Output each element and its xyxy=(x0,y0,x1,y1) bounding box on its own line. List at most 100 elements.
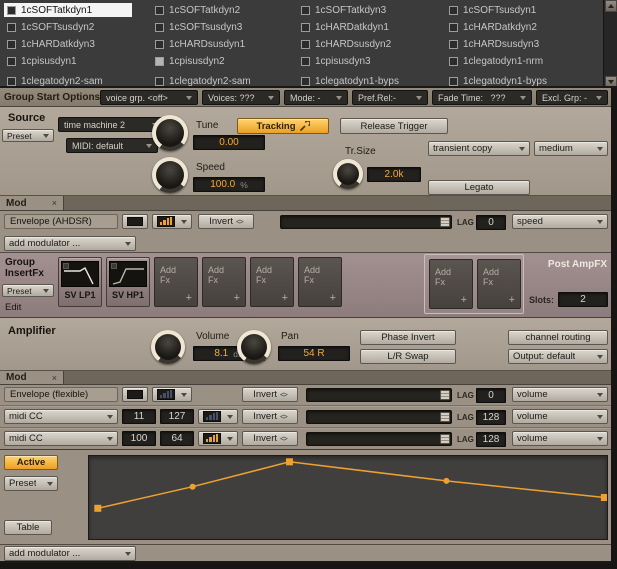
mod-shaper-button[interactable] xyxy=(122,387,148,402)
output-dropdown[interactable]: Output: default xyxy=(508,349,608,364)
slider-handle[interactable] xyxy=(440,434,450,444)
group-list-item[interactable]: 1clegatodyn2-sam xyxy=(152,74,254,86)
pan-knob[interactable] xyxy=(237,330,271,364)
intensity-slider[interactable] xyxy=(306,388,452,402)
group-checkbox[interactable] xyxy=(155,56,164,66)
group-checkbox[interactable] xyxy=(7,39,16,49)
cc-default-value[interactable]: 127 xyxy=(160,409,194,424)
group-list-item[interactable]: 1cSOFTatkdyn1 xyxy=(4,3,132,17)
group-list-item[interactable]: 1cSOFTsusdyn3 xyxy=(152,20,245,34)
group-checkbox[interactable] xyxy=(301,76,310,86)
group-checkbox[interactable] xyxy=(449,5,458,15)
intensity-slider[interactable] xyxy=(306,432,452,446)
tune-knob[interactable] xyxy=(152,115,188,151)
add-modulator-dropdown[interactable]: add modulator ... xyxy=(4,236,136,251)
group-list-item[interactable]: 1cSOFTatkdyn2 xyxy=(152,3,243,17)
edit-button[interactable]: Edit xyxy=(5,302,21,313)
group-list-item[interactable]: 1cHARDsusdyn1 xyxy=(152,37,248,51)
fx-slot-empty-post[interactable]: Add Fx + xyxy=(477,259,521,309)
group-checkbox[interactable] xyxy=(7,56,16,66)
envelope-graph[interactable] xyxy=(88,455,608,540)
lag-value[interactable]: 128 xyxy=(476,410,506,425)
insertfx-preset-dropdown[interactable]: Preset xyxy=(2,284,54,297)
group-list-item[interactable]: 1cHARDatkdyn3 xyxy=(4,37,98,51)
pref-release-dropdown[interactable]: Pref.Rel:- xyxy=(352,90,428,105)
group-list-item[interactable]: 1cHARDsusdyn3 xyxy=(446,37,542,51)
intensity-meter-dropdown[interactable] xyxy=(152,214,192,229)
mod-source-dropdown[interactable]: midi CC xyxy=(4,409,118,424)
fx-slot-empty[interactable]: Add Fx + xyxy=(298,257,342,307)
list-scrollbar[interactable] xyxy=(603,0,617,86)
group-list-item[interactable]: 1cHARDatkdyn1 xyxy=(298,20,392,34)
fade-time-dropdown[interactable]: Fade Time: ??? xyxy=(432,90,532,105)
group-checkbox[interactable] xyxy=(155,39,164,49)
invert-button[interactable]: Invert <> xyxy=(198,214,254,229)
intensity-slider[interactable] xyxy=(306,410,452,424)
group-checkbox[interactable] xyxy=(449,56,458,66)
fx-slot-empty[interactable]: Add Fx + xyxy=(154,257,198,307)
bypass-icon[interactable] xyxy=(111,263,117,269)
fx-slot-empty[interactable]: Add Fx + xyxy=(202,257,246,307)
volume-knob[interactable] xyxy=(151,330,185,364)
fx-slot-sv-lp1[interactable]: SV LP1 xyxy=(58,257,102,307)
speed-value[interactable]: 100.0% xyxy=(193,177,265,192)
group-list-item[interactable]: 1cpisusdyn2 xyxy=(152,54,228,68)
invert-button[interactable]: Invert <> xyxy=(242,431,298,446)
group-list-item[interactable]: 1clegatodyn1-byps xyxy=(298,74,402,86)
tracking-button[interactable]: Tracking xyxy=(237,118,329,134)
lr-swap-button[interactable]: L/R Swap xyxy=(360,349,456,364)
pan-value[interactable]: 54 R xyxy=(278,346,350,361)
group-checkbox[interactable] xyxy=(301,56,310,66)
phase-invert-button[interactable]: Phase Invert xyxy=(360,330,456,345)
slider-handle[interactable] xyxy=(440,217,450,227)
add-modulator-dropdown[interactable]: add modulator ... xyxy=(4,546,136,561)
voices-dropdown[interactable]: Voices: ??? xyxy=(202,90,280,105)
group-list-item[interactable]: 1cpisusdyn1 xyxy=(4,54,80,68)
group-list-item[interactable]: 1clegatodyn1-byps xyxy=(446,74,550,86)
fx-slot-sv-hp1[interactable]: SV HP1 xyxy=(106,257,150,307)
group-checkbox[interactable] xyxy=(7,22,16,32)
group-list-item[interactable]: 1clegatodyn1-nrm xyxy=(446,54,546,68)
group-checkbox[interactable] xyxy=(155,76,164,86)
group-list-item[interactable]: 1cHARDatkdyn2 xyxy=(446,20,540,34)
transient-copy-dropdown[interactable]: transient copy xyxy=(428,141,530,156)
tab-close-icon[interactable]: × xyxy=(52,373,57,383)
mod-target-dropdown[interactable]: speed xyxy=(512,214,608,229)
cc-number-value[interactable]: 100 xyxy=(122,431,156,446)
source-preset-dropdown[interactable]: Preset xyxy=(2,129,54,142)
group-checkbox[interactable] xyxy=(301,22,310,32)
modulator-name[interactable]: Envelope (AHDSR) xyxy=(4,214,118,229)
group-checkbox[interactable] xyxy=(449,76,458,86)
mod-target-dropdown[interactable]: volume xyxy=(512,409,608,424)
mod-shaper-button[interactable] xyxy=(122,214,148,229)
group-list-item[interactable]: 1clegatodyn2-sam xyxy=(4,74,106,86)
scroll-up-button[interactable] xyxy=(605,0,617,12)
legato-button[interactable]: Legato xyxy=(428,180,530,195)
midi-mode-dropdown[interactable]: MIDI: default xyxy=(66,138,158,153)
slider-handle[interactable] xyxy=(440,390,450,400)
invert-button[interactable]: Invert <> xyxy=(242,409,298,424)
group-checkbox[interactable] xyxy=(155,5,164,15)
slider-handle[interactable] xyxy=(440,412,450,422)
active-button[interactable]: Active xyxy=(4,455,58,470)
fx-slot-empty-post[interactable]: Add Fx + xyxy=(429,259,473,309)
transient-size-knob[interactable] xyxy=(333,159,363,189)
lag-value[interactable]: 0 xyxy=(476,215,506,230)
envelope-preset-dropdown[interactable]: Preset xyxy=(4,476,58,491)
engine-mode-dropdown[interactable]: time machine 2 xyxy=(58,117,164,132)
tab-mod[interactable]: Mod × xyxy=(0,371,64,384)
group-checkbox[interactable] xyxy=(155,22,164,32)
group-checkbox[interactable] xyxy=(449,22,458,32)
group-list-item[interactable]: 1cSOFTsusdyn1 xyxy=(446,3,539,17)
mod-target-dropdown[interactable]: volume xyxy=(512,431,608,446)
speed-knob[interactable] xyxy=(152,157,188,193)
cc-number-value[interactable]: 11 xyxy=(122,409,156,424)
tune-value[interactable]: 0.00 xyxy=(193,135,265,150)
group-checkbox[interactable] xyxy=(301,5,310,15)
scroll-down-button[interactable] xyxy=(605,76,617,86)
intensity-meter-dropdown[interactable] xyxy=(152,387,192,402)
tab-mod[interactable]: Mod × xyxy=(0,196,64,210)
fx-slot-empty[interactable]: Add Fx + xyxy=(250,257,294,307)
lag-value[interactable]: 128 xyxy=(476,432,506,447)
voice-group-dropdown[interactable]: voice grp. <off> xyxy=(100,90,198,105)
